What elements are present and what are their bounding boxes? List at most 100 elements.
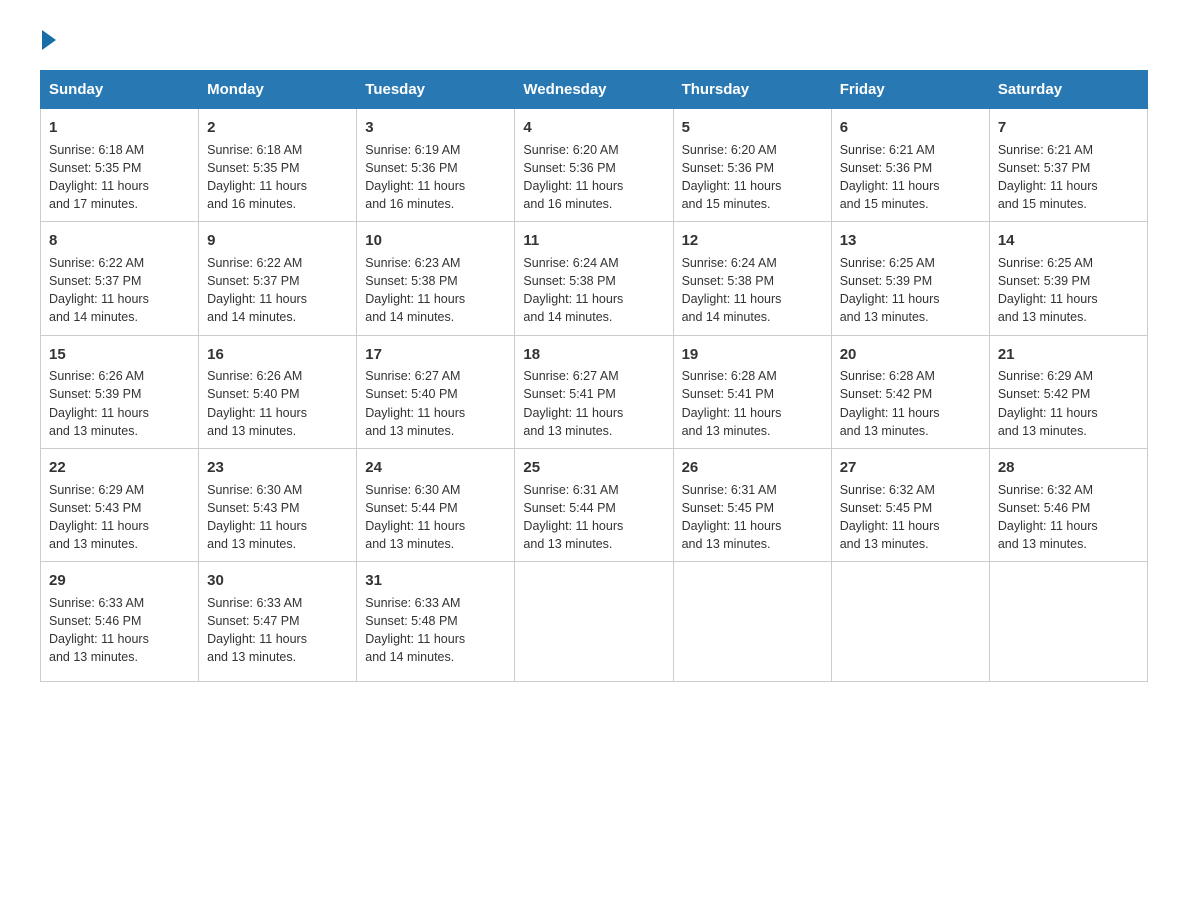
weekday-header-wednesday: Wednesday (515, 71, 673, 109)
calendar-cell: 29Sunrise: 6:33 AMSunset: 5:46 PMDayligh… (41, 562, 199, 682)
day-number: 30 (207, 570, 348, 592)
calendar-cell: 30Sunrise: 6:33 AMSunset: 5:47 PMDayligh… (199, 562, 357, 682)
calendar-cell: 17Sunrise: 6:27 AMSunset: 5:40 PMDayligh… (357, 335, 515, 448)
calendar-cell: 22Sunrise: 6:29 AMSunset: 5:43 PMDayligh… (41, 448, 199, 561)
day-number: 4 (523, 117, 664, 139)
day-info: Sunrise: 6:28 AMSunset: 5:41 PMDaylight:… (682, 367, 823, 440)
calendar-cell (989, 562, 1147, 682)
calendar-cell: 25Sunrise: 6:31 AMSunset: 5:44 PMDayligh… (515, 448, 673, 561)
day-number: 11 (523, 230, 664, 252)
day-number: 15 (49, 344, 190, 366)
calendar-cell: 12Sunrise: 6:24 AMSunset: 5:38 PMDayligh… (673, 222, 831, 335)
day-info: Sunrise: 6:22 AMSunset: 5:37 PMDaylight:… (49, 254, 190, 327)
day-number: 7 (998, 117, 1139, 139)
day-info: Sunrise: 6:29 AMSunset: 5:43 PMDaylight:… (49, 481, 190, 554)
day-number: 25 (523, 457, 664, 479)
weekday-header-monday: Monday (199, 71, 357, 109)
calendar-cell: 21Sunrise: 6:29 AMSunset: 5:42 PMDayligh… (989, 335, 1147, 448)
day-info: Sunrise: 6:30 AMSunset: 5:44 PMDaylight:… (365, 481, 506, 554)
calendar-week-row: 15Sunrise: 6:26 AMSunset: 5:39 PMDayligh… (41, 335, 1148, 448)
day-number: 16 (207, 344, 348, 366)
day-info: Sunrise: 6:24 AMSunset: 5:38 PMDaylight:… (682, 254, 823, 327)
weekday-header-friday: Friday (831, 71, 989, 109)
calendar-cell: 16Sunrise: 6:26 AMSunset: 5:40 PMDayligh… (199, 335, 357, 448)
calendar-cell: 23Sunrise: 6:30 AMSunset: 5:43 PMDayligh… (199, 448, 357, 561)
day-info: Sunrise: 6:26 AMSunset: 5:40 PMDaylight:… (207, 367, 348, 440)
calendar-cell: 27Sunrise: 6:32 AMSunset: 5:45 PMDayligh… (831, 448, 989, 561)
day-number: 3 (365, 117, 506, 139)
day-number: 23 (207, 457, 348, 479)
calendar-cell: 19Sunrise: 6:28 AMSunset: 5:41 PMDayligh… (673, 335, 831, 448)
weekday-header-thursday: Thursday (673, 71, 831, 109)
weekday-header-tuesday: Tuesday (357, 71, 515, 109)
calendar-cell: 3Sunrise: 6:19 AMSunset: 5:36 PMDaylight… (357, 109, 515, 222)
calendar-cell: 10Sunrise: 6:23 AMSunset: 5:38 PMDayligh… (357, 222, 515, 335)
page-header (40, 30, 1148, 50)
weekday-header-row: SundayMondayTuesdayWednesdayThursdayFrid… (41, 71, 1148, 109)
calendar-cell: 18Sunrise: 6:27 AMSunset: 5:41 PMDayligh… (515, 335, 673, 448)
day-info: Sunrise: 6:22 AMSunset: 5:37 PMDaylight:… (207, 254, 348, 327)
day-info: Sunrise: 6:27 AMSunset: 5:41 PMDaylight:… (523, 367, 664, 440)
calendar-cell: 7Sunrise: 6:21 AMSunset: 5:37 PMDaylight… (989, 109, 1147, 222)
day-number: 14 (998, 230, 1139, 252)
day-info: Sunrise: 6:19 AMSunset: 5:36 PMDaylight:… (365, 141, 506, 214)
day-number: 21 (998, 344, 1139, 366)
day-info: Sunrise: 6:29 AMSunset: 5:42 PMDaylight:… (998, 367, 1139, 440)
calendar-cell: 11Sunrise: 6:24 AMSunset: 5:38 PMDayligh… (515, 222, 673, 335)
day-number: 12 (682, 230, 823, 252)
day-number: 1 (49, 117, 190, 139)
day-number: 5 (682, 117, 823, 139)
calendar-week-row: 8Sunrise: 6:22 AMSunset: 5:37 PMDaylight… (41, 222, 1148, 335)
day-info: Sunrise: 6:18 AMSunset: 5:35 PMDaylight:… (49, 141, 190, 214)
weekday-header-sunday: Sunday (41, 71, 199, 109)
day-number: 22 (49, 457, 190, 479)
calendar-cell: 28Sunrise: 6:32 AMSunset: 5:46 PMDayligh… (989, 448, 1147, 561)
day-info: Sunrise: 6:20 AMSunset: 5:36 PMDaylight:… (523, 141, 664, 214)
day-number: 6 (840, 117, 981, 139)
day-info: Sunrise: 6:24 AMSunset: 5:38 PMDaylight:… (523, 254, 664, 327)
day-info: Sunrise: 6:25 AMSunset: 5:39 PMDaylight:… (840, 254, 981, 327)
day-number: 13 (840, 230, 981, 252)
day-number: 17 (365, 344, 506, 366)
day-info: Sunrise: 6:31 AMSunset: 5:44 PMDaylight:… (523, 481, 664, 554)
day-info: Sunrise: 6:30 AMSunset: 5:43 PMDaylight:… (207, 481, 348, 554)
calendar-cell: 2Sunrise: 6:18 AMSunset: 5:35 PMDaylight… (199, 109, 357, 222)
calendar-cell (831, 562, 989, 682)
calendar-cell: 8Sunrise: 6:22 AMSunset: 5:37 PMDaylight… (41, 222, 199, 335)
day-info: Sunrise: 6:23 AMSunset: 5:38 PMDaylight:… (365, 254, 506, 327)
logo (40, 30, 58, 50)
day-info: Sunrise: 6:32 AMSunset: 5:46 PMDaylight:… (998, 481, 1139, 554)
calendar-cell (515, 562, 673, 682)
calendar-cell: 20Sunrise: 6:28 AMSunset: 5:42 PMDayligh… (831, 335, 989, 448)
calendar-cell: 13Sunrise: 6:25 AMSunset: 5:39 PMDayligh… (831, 222, 989, 335)
calendar-table: SundayMondayTuesdayWednesdayThursdayFrid… (40, 70, 1148, 682)
calendar-cell: 4Sunrise: 6:20 AMSunset: 5:36 PMDaylight… (515, 109, 673, 222)
day-info: Sunrise: 6:33 AMSunset: 5:47 PMDaylight:… (207, 594, 348, 667)
day-info: Sunrise: 6:25 AMSunset: 5:39 PMDaylight:… (998, 254, 1139, 327)
calendar-cell: 6Sunrise: 6:21 AMSunset: 5:36 PMDaylight… (831, 109, 989, 222)
calendar-week-row: 29Sunrise: 6:33 AMSunset: 5:46 PMDayligh… (41, 562, 1148, 682)
day-number: 26 (682, 457, 823, 479)
day-number: 10 (365, 230, 506, 252)
day-info: Sunrise: 6:32 AMSunset: 5:45 PMDaylight:… (840, 481, 981, 554)
calendar-cell: 9Sunrise: 6:22 AMSunset: 5:37 PMDaylight… (199, 222, 357, 335)
calendar-week-row: 1Sunrise: 6:18 AMSunset: 5:35 PMDaylight… (41, 109, 1148, 222)
calendar-week-row: 22Sunrise: 6:29 AMSunset: 5:43 PMDayligh… (41, 448, 1148, 561)
day-info: Sunrise: 6:33 AMSunset: 5:46 PMDaylight:… (49, 594, 190, 667)
day-info: Sunrise: 6:33 AMSunset: 5:48 PMDaylight:… (365, 594, 506, 667)
calendar-cell: 14Sunrise: 6:25 AMSunset: 5:39 PMDayligh… (989, 222, 1147, 335)
calendar-cell: 15Sunrise: 6:26 AMSunset: 5:39 PMDayligh… (41, 335, 199, 448)
day-info: Sunrise: 6:18 AMSunset: 5:35 PMDaylight:… (207, 141, 348, 214)
day-info: Sunrise: 6:27 AMSunset: 5:40 PMDaylight:… (365, 367, 506, 440)
day-info: Sunrise: 6:21 AMSunset: 5:36 PMDaylight:… (840, 141, 981, 214)
calendar-cell: 5Sunrise: 6:20 AMSunset: 5:36 PMDaylight… (673, 109, 831, 222)
day-number: 27 (840, 457, 981, 479)
day-number: 9 (207, 230, 348, 252)
day-number: 20 (840, 344, 981, 366)
weekday-header-saturday: Saturday (989, 71, 1147, 109)
calendar-cell: 1Sunrise: 6:18 AMSunset: 5:35 PMDaylight… (41, 109, 199, 222)
day-number: 2 (207, 117, 348, 139)
day-info: Sunrise: 6:31 AMSunset: 5:45 PMDaylight:… (682, 481, 823, 554)
day-info: Sunrise: 6:28 AMSunset: 5:42 PMDaylight:… (840, 367, 981, 440)
day-number: 28 (998, 457, 1139, 479)
